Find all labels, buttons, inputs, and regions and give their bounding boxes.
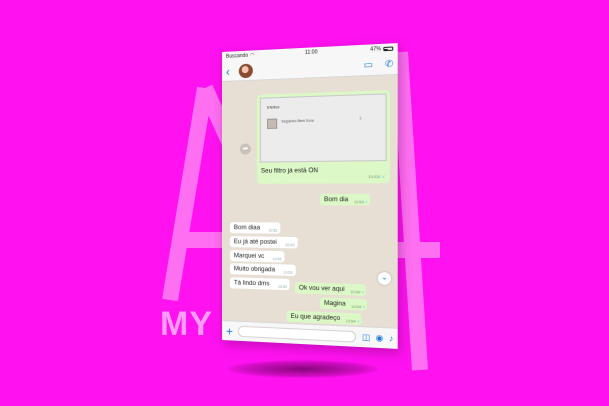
read-ticks-icon: ✓✓ <box>361 200 369 205</box>
read-ticks-icon: ✓✓ <box>358 290 365 295</box>
plus-icon[interactable]: + <box>226 324 233 338</box>
preview-caption: Seguindo Bem Sura <box>281 118 314 124</box>
message-text: Bom diaa <box>233 224 261 232</box>
media-message[interactable]: Efeitos Seguindo Bem Sura 3 Seu filtro j… <box>256 90 390 184</box>
contact-name[interactable] <box>258 66 352 70</box>
camera-icon[interactable]: ◉ <box>376 333 384 343</box>
read-ticks-icon: ✓✓ <box>359 305 366 310</box>
forward-icon[interactable]: ➦ <box>239 143 251 155</box>
chevron-down-icon: ⌄ <box>381 274 388 282</box>
preview-thumb <box>267 118 278 129</box>
message-time: 10:53 <box>268 228 278 233</box>
microphone-icon[interactable]: ♪ <box>389 334 393 344</box>
message-text: Bom dia <box>324 196 349 204</box>
message-bubble-in[interactable]: Tá lindo dms 10:53 <box>229 277 290 291</box>
clock: 11:00 <box>304 49 318 57</box>
battery-icon <box>383 46 394 52</box>
message-bubble-in[interactable]: Marquei vc 10:53 <box>229 250 285 263</box>
preview-count: 3 <box>359 116 362 121</box>
read-ticks-icon: ✓✓ <box>378 173 386 180</box>
message-bubble-out[interactable]: Magina 10:54 ✓✓ <box>319 297 368 311</box>
message-bubble-out[interactable]: Ok vou ver aqui 10:54 ✓✓ <box>294 282 367 296</box>
chevron-left-icon[interactable]: ‹ <box>226 64 234 78</box>
wifi-icon: ◠ <box>250 52 255 59</box>
message-text: Marquei vc <box>233 252 265 260</box>
logo-stroke <box>162 86 213 302</box>
message-time: 10:53 <box>285 243 295 248</box>
phone-icon[interactable]: ✆ <box>385 58 393 70</box>
video-icon[interactable]: ▭ <box>364 59 373 71</box>
message-text: Magina <box>324 299 346 308</box>
floor-shadow <box>228 360 378 378</box>
message-time: 10:53 <box>283 270 293 275</box>
message-text: Tá lindo dms <box>233 279 270 288</box>
message-bubble-in[interactable]: Muito obrigada 10:53 <box>229 263 296 277</box>
message-bubble-in[interactable]: Bom diaa 10:53 <box>229 222 281 234</box>
message-bubble-in[interactable]: Eu já até postei 10:53 <box>229 236 298 249</box>
read-ticks-icon: ✓✓ <box>353 319 361 324</box>
message-text: Muito obrigada <box>233 265 276 274</box>
message-time: 10:53 <box>277 284 287 290</box>
avatar[interactable] <box>238 63 253 78</box>
message-text: Ok vou ver aqui <box>298 284 345 294</box>
screenshot-preview[interactable]: Efeitos Seguindo Bem Sura 3 <box>259 93 387 163</box>
chat-area: ➦ Efeitos Seguindo Bem Sura 3 Seu filtro… <box>222 75 398 328</box>
phone-screen: Buscando ◠ 11:00 47% ‹ ▭ ✆ ➦ Efeitos Seg… <box>222 43 398 349</box>
sticker-icon[interactable]: ◫ <box>362 332 370 342</box>
message-bubble-out[interactable]: Bom dia 10:53 ✓✓ <box>319 193 370 206</box>
carrier-label: Buscando <box>225 52 249 60</box>
logo-stroke <box>392 51 428 371</box>
scroll-down-button[interactable]: ⌄ <box>377 271 392 286</box>
battery-percent: 47% <box>370 46 382 53</box>
message-input[interactable] <box>237 325 357 343</box>
message-time: 10:53 <box>272 257 282 262</box>
message-text: Eu que agradeço <box>290 312 341 323</box>
message-text: Eu já até postei <box>233 238 277 246</box>
preview-title: Efeitos <box>267 104 280 110</box>
